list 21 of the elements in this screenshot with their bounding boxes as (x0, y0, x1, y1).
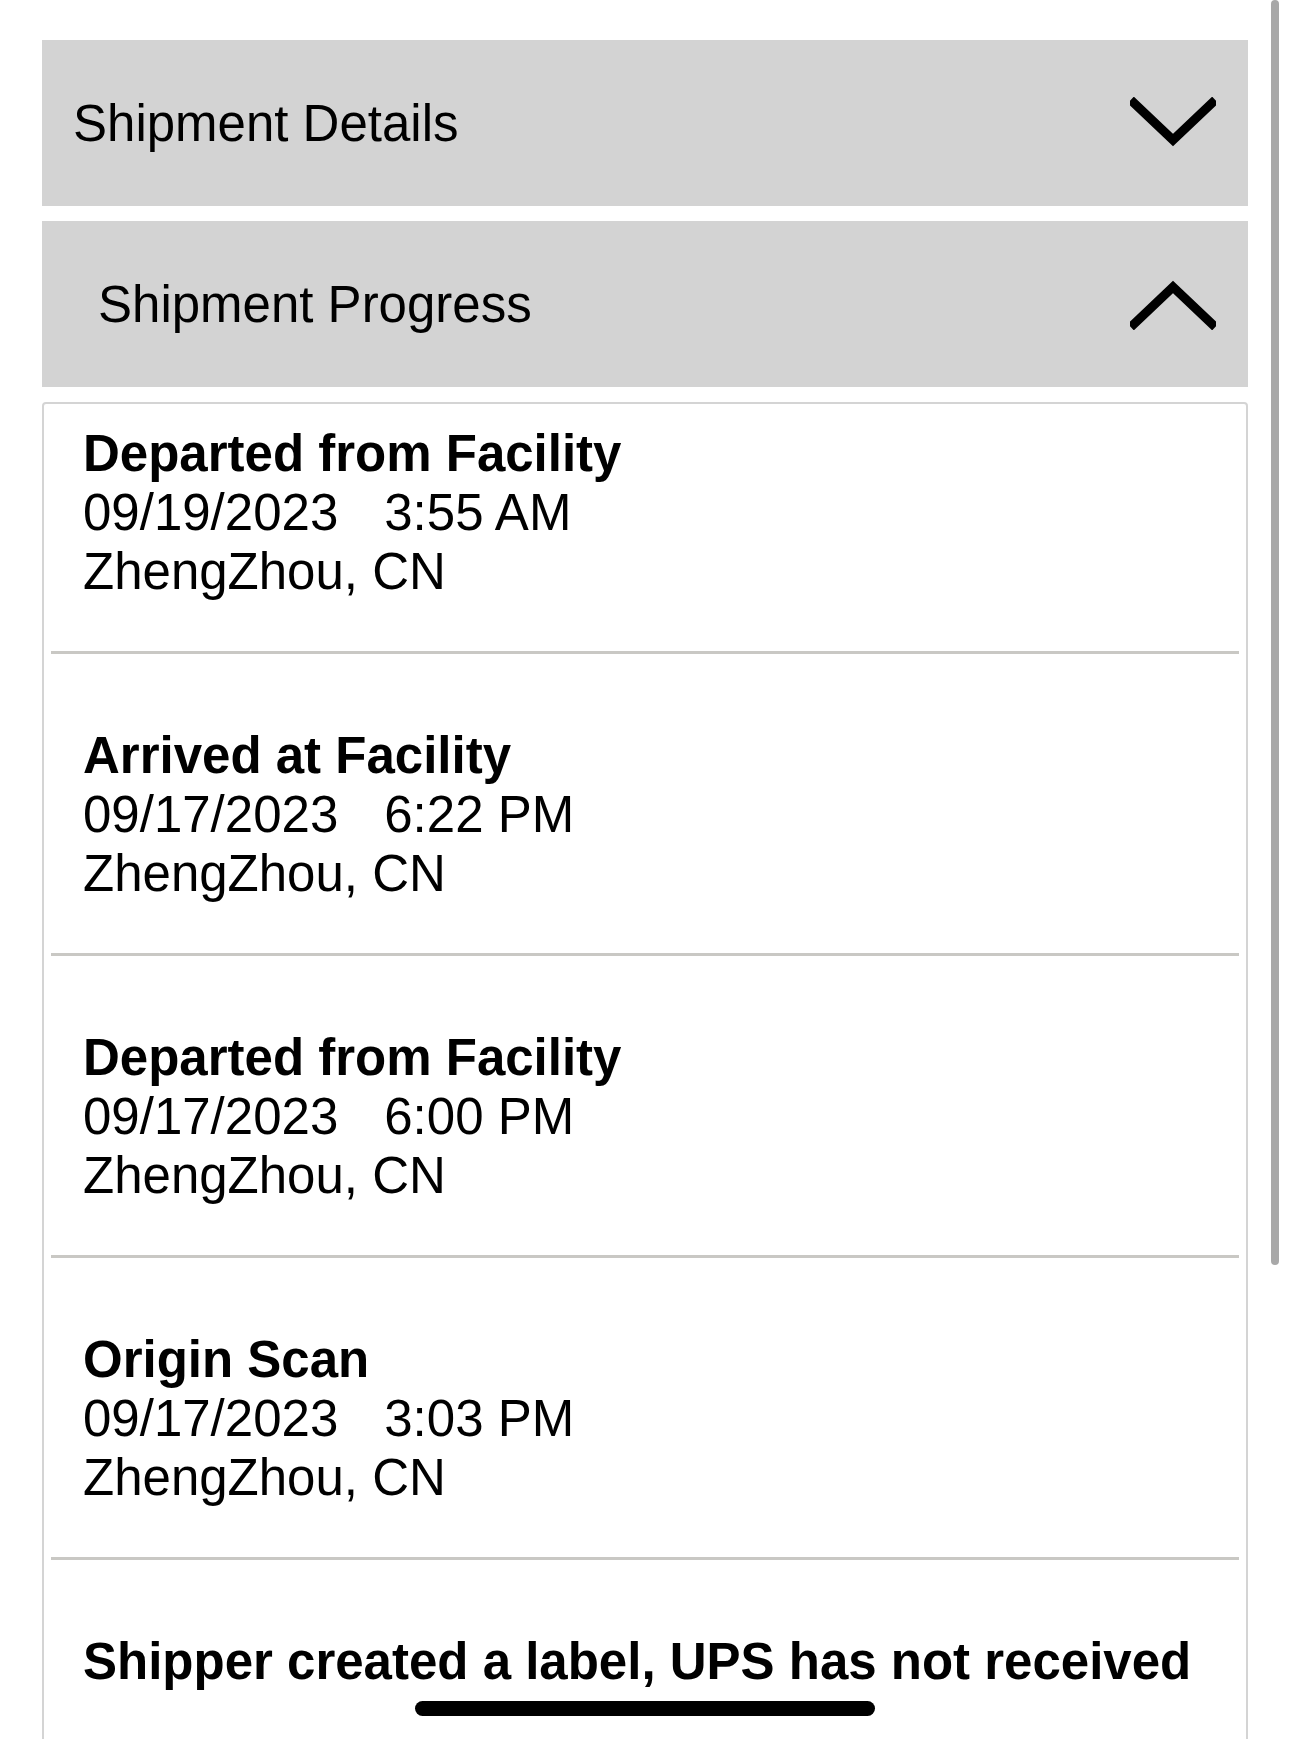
section-header[interactable]: Shipment Details (42, 40, 1248, 206)
event-status: Departed from Facility (83, 424, 622, 483)
event-date: 09/19/2023 (83, 483, 339, 542)
event-time: 3:55 AM (384, 483, 572, 542)
event-time: 6:00 PM (384, 1087, 575, 1146)
section-header[interactable]: Shipment Progress (42, 221, 1248, 387)
event-time: 3:03 PM (384, 1389, 575, 1448)
event-location: ZhengZhou, CN (83, 1448, 446, 1507)
event-location: ZhengZhou, CN (83, 542, 446, 601)
chevron-up-icon (1130, 278, 1216, 330)
event-date: 09/17/2023 (83, 785, 339, 844)
event-location: ZhengZhou, CN (83, 1146, 446, 1205)
event-date: 09/17/2023 (83, 1389, 339, 1448)
chevron-down-icon (1130, 97, 1216, 149)
event-time: 6:22 PM (384, 785, 575, 844)
event-status: Arrived at Facility (83, 726, 511, 785)
event-location: ZhengZhou, CN (83, 844, 446, 903)
event-date: 09/17/2023 (83, 1087, 339, 1146)
event-status: Shipper created a label, UPS has not received (83, 1632, 1192, 1691)
event-status: Origin Scan (83, 1330, 370, 1389)
event-status: Departed from Facility (83, 1028, 622, 1087)
